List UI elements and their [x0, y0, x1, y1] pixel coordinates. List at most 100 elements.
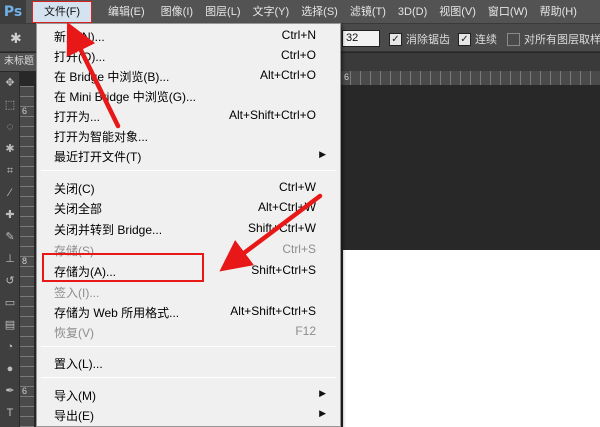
antialias-label: 消除锯齿 — [406, 34, 450, 46]
unchecked-icon — [507, 32, 520, 46]
antialias-checkbox[interactable]: ✓ 消除锯齿 — [389, 31, 450, 47]
dodge-tool-icon[interactable]: ● — [0, 358, 20, 380]
menu-item-shortcut: Alt+Ctrl+O — [259, 68, 316, 82]
menu-item-label: 签入(I)... — [54, 286, 100, 300]
menu-item-shortcut: F12 — [295, 324, 316, 338]
crop-tool-icon[interactable]: ⌗ — [0, 160, 20, 182]
menu-item-recent-files[interactable]: 最近打开文件(T) ▶ — [37, 145, 340, 165]
history-brush-tool-icon[interactable]: ↺ — [0, 270, 20, 292]
menu-select[interactable]: 选择(S) — [301, 0, 338, 24]
contiguous-label: 连续 — [475, 34, 497, 46]
menu-separator — [41, 377, 336, 378]
menu-item-shortcut: Alt+Ctrl+W — [257, 200, 316, 214]
menu-item-shortcut: Ctrl+N — [281, 28, 316, 42]
submenu-arrow-icon: ▶ — [319, 149, 326, 159]
document-canvas[interactable] — [343, 250, 600, 427]
menu-item-close-all[interactable]: 关闭全部 Alt+Ctrl+W — [37, 197, 340, 217]
magic-wand-tool-icon[interactable]: ✱ — [0, 138, 20, 160]
menu-item-shortcut: Ctrl+O — [280, 48, 316, 62]
menu-item-label: 恢复(V) — [54, 326, 94, 340]
menu-item-label: 在 Bridge 中浏览(B)... — [54, 70, 170, 84]
menu-item-label: 关闭(C) — [54, 182, 95, 196]
menu-separator — [41, 170, 336, 171]
menu-help[interactable]: 帮助(H) — [540, 0, 577, 24]
vertical-ruler: 6 8 6 — [20, 86, 34, 427]
menu-item-save-for-web[interactable]: 存储为 Web 所用格式... Alt+Shift+Ctrl+S — [37, 301, 340, 321]
menu-window[interactable]: 窗口(W) — [488, 0, 528, 24]
pen-tool-icon[interactable]: ✒ — [0, 380, 20, 402]
menu-item-shortcut: Shift+Ctrl+S — [251, 263, 316, 277]
blur-tool-icon[interactable]: ◔ — [0, 336, 20, 358]
ruler-number: 6 — [22, 386, 28, 396]
submenu-arrow-icon: ▶ — [319, 408, 326, 418]
menu-3d[interactable]: 3D(D) — [398, 0, 427, 24]
move-tool-icon[interactable]: ✥ — [0, 72, 20, 94]
menu-item-shortcut: Ctrl+W — [279, 180, 316, 194]
menu-item-import[interactable]: 导入(M) ▶ — [37, 384, 340, 404]
menu-item-label: 置入(L)... — [54, 357, 103, 371]
menu-filter[interactable]: 滤镜(T) — [350, 0, 386, 24]
file-menu-dropdown: 新建(N)... Ctrl+N 打开(O)... Ctrl+O 在 Bridge… — [36, 23, 341, 427]
menu-item-browse-bridge[interactable]: 在 Bridge 中浏览(B)... Alt+Ctrl+O — [37, 65, 340, 85]
all-layers-label: 对所有图层取样 — [524, 34, 600, 46]
menu-view[interactable]: 视图(V) — [439, 0, 476, 24]
check-icon: ✓ — [389, 32, 402, 46]
menu-item-label: 打开为智能对象... — [54, 130, 149, 144]
menu-layer[interactable]: 图层(L) — [205, 0, 240, 24]
menu-item-new[interactable]: 新建(N)... Ctrl+N — [37, 25, 340, 45]
eraser-tool-icon[interactable]: ▭ — [0, 292, 20, 314]
menu-item-close[interactable]: 关闭(C) Ctrl+W — [37, 177, 340, 197]
menu-separator — [41, 346, 336, 347]
photoshop-window: Ps 文件(F) 编辑(E) 图像(I) 图层(L) 文字(Y) 选择(S) 滤… — [0, 0, 600, 427]
menu-edit[interactable]: 编辑(E) — [108, 0, 145, 24]
menu-item-place[interactable]: 置入(L)... — [37, 352, 340, 372]
menu-item-check-in[interactable]: 签入(I)... — [37, 281, 340, 301]
menu-item-label: 关闭并转到 Bridge... — [54, 223, 163, 237]
ps-logo: Ps — [0, 0, 26, 24]
gradient-tool-icon[interactable]: ▤ — [0, 314, 20, 336]
eyedropper-tool-icon[interactable]: ⁄ — [0, 182, 20, 204]
menu-item-export[interactable]: 导出(E) ▶ — [37, 404, 340, 424]
contiguous-checkbox[interactable]: ✓ 连续 — [458, 31, 497, 47]
menu-item-open[interactable]: 打开(O)... Ctrl+O — [37, 45, 340, 65]
menu-item-shortcut: Ctrl+S — [282, 242, 316, 256]
menu-item-label: 导出(E) — [54, 409, 94, 423]
workspace-area — [340, 85, 600, 245]
menu-image[interactable]: 图像(I) — [161, 0, 193, 24]
menu-item-label: 最近打开文件(T) — [54, 150, 142, 164]
menu-item-label: 存储为 Web 所用格式... — [54, 306, 180, 320]
menu-item-browse-mini-bridge[interactable]: 在 Mini Bridge 中浏览(G)... — [37, 85, 340, 105]
healing-tool-icon[interactable]: ✚ — [0, 204, 20, 226]
type-tool-icon[interactable]: T — [0, 402, 20, 424]
check-icon: ✓ — [458, 32, 471, 46]
menu-item-label: 打开为... — [54, 110, 101, 124]
menu-item-label: 导入(M) — [54, 389, 96, 403]
tools-panel: ✥ ⬚ ◌ ✱ ⌗ ⁄ ✚ ✎ ⊥ ↺ ▭ ▤ ◔ ● ✒ T — [0, 72, 20, 427]
menu-item-label: 新建(N)... — [54, 30, 105, 44]
menu-item-close-go-bridge[interactable]: 关闭并转到 Bridge... Shift+Ctrl+W — [37, 218, 340, 238]
marquee-tool-icon[interactable]: ⬚ — [0, 94, 20, 116]
menu-item-label: 打开(O)... — [54, 50, 106, 64]
menu-file[interactable]: 文件(F) — [32, 0, 92, 23]
menu-item-shortcut: Shift+Ctrl+W — [247, 221, 316, 235]
ruler-number: 8 — [22, 256, 28, 266]
menu-item-shortcut: Alt+Shift+Ctrl+O — [228, 108, 316, 122]
horizontal-ruler: 6 — [340, 71, 600, 85]
submenu-arrow-icon: ▶ — [319, 388, 326, 398]
menu-item-open-as[interactable]: 打开为... Alt+Shift+Ctrl+O — [37, 105, 340, 125]
ruler-number: 6 — [22, 106, 28, 116]
tolerance-input[interactable]: 32 — [342, 30, 380, 47]
menu-item-shortcut: Alt+Shift+Ctrl+S — [230, 304, 316, 318]
magic-wand-icon[interactable]: ✱ — [10, 30, 22, 47]
brush-tool-icon[interactable]: ✎ — [0, 226, 20, 248]
menu-item-revert[interactable]: 恢复(V) F12 — [37, 321, 340, 341]
document-tab[interactable]: 未标题 — [0, 53, 36, 71]
menu-item-open-smart-object[interactable]: 打开为智能对象... — [37, 125, 340, 145]
lasso-tool-icon[interactable]: ◌ — [0, 116, 20, 138]
ruler-number: 6 — [344, 72, 350, 82]
menu-type[interactable]: 文字(Y) — [253, 0, 290, 24]
all-layers-checkbox[interactable]: 对所有图层取样 — [507, 31, 600, 47]
highlight-box-save-as — [42, 253, 204, 282]
menu-item-label: 关闭全部 — [54, 202, 103, 216]
stamp-tool-icon[interactable]: ⊥ — [0, 248, 20, 270]
